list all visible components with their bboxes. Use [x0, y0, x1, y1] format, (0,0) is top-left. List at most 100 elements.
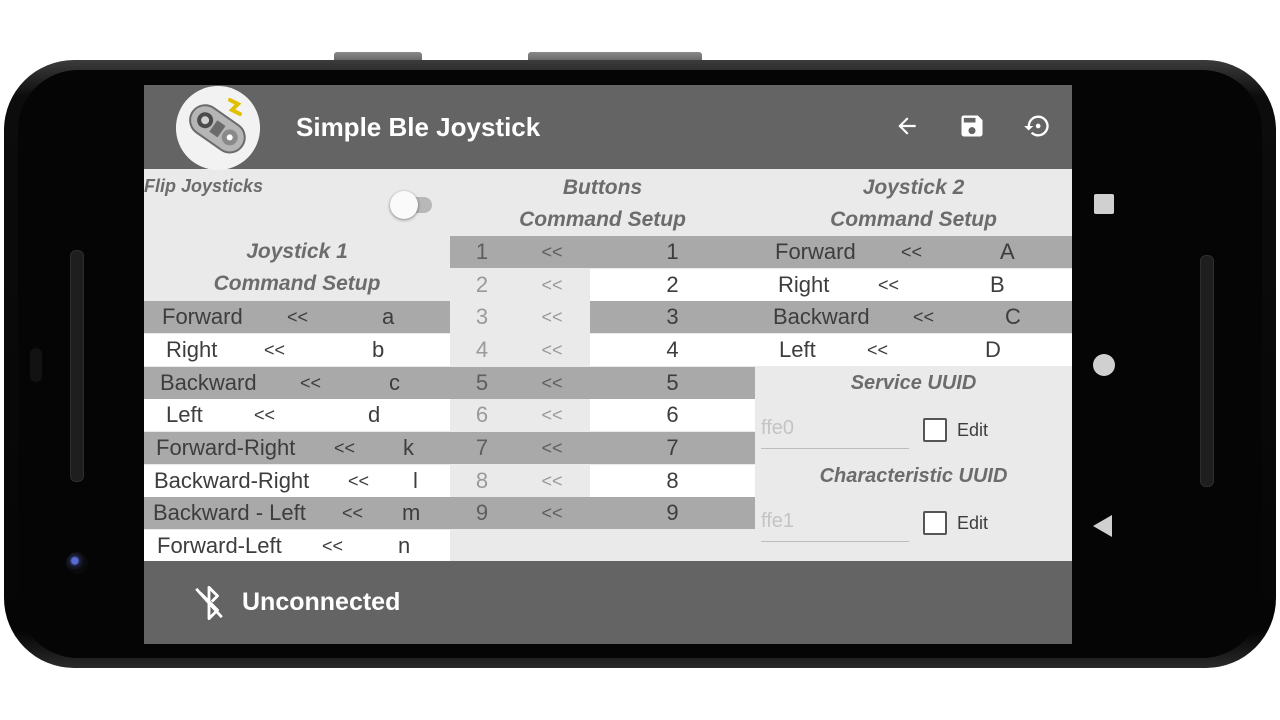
button-arrow: <<: [541, 340, 563, 360]
characteristic-uuid-label: Characteristic UUID: [819, 465, 1008, 487]
joystick1-command-value[interactable]: k: [403, 432, 414, 464]
joystick1-row[interactable]: Backward - Left << m: [144, 497, 450, 529]
button-command-value[interactable]: 8: [590, 465, 755, 497]
button-command-value[interactable]: 5: [590, 367, 755, 399]
joystick1-direction-label: Forward-Right: [156, 435, 296, 460]
joystick1-command-value[interactable]: b: [372, 334, 384, 366]
joystick1-row[interactable]: Forward-Left << n: [144, 530, 450, 562]
button-value-cell[interactable]: 3: [590, 301, 755, 333]
joystick2-row[interactable]: Right << B: [755, 269, 1072, 301]
button-row[interactable]: 6 << 6: [450, 399, 755, 431]
service-uuid-label: Service UUID: [850, 372, 977, 394]
button-value-cell[interactable]: 9: [590, 497, 755, 529]
joystick2-direction-label: Right: [778, 272, 830, 297]
app-screen: Simple Ble Joystick Flip Joysticks Joyst…: [144, 85, 1072, 644]
service-uuid-edit-checkbox[interactable]: [923, 418, 947, 442]
button-row[interactable]: 4 << 4: [450, 334, 755, 366]
service-uuid-edit-label[interactable]: Edit: [957, 420, 988, 441]
front-camera: [66, 552, 88, 574]
joystick1-subtitle: Command Setup: [213, 272, 381, 295]
joystick1-command-value[interactable]: a: [382, 301, 394, 333]
joystick1-direction-label: Right: [166, 337, 218, 362]
button-value-cell[interactable]: 4: [590, 334, 755, 366]
button-value-cell[interactable]: 5: [590, 367, 755, 399]
joystick2-subtitle: Command Setup: [830, 208, 997, 231]
joystick1-arrow: <<: [300, 373, 322, 393]
save-icon[interactable]: [955, 109, 989, 143]
joystick1-arrow: <<: [264, 340, 286, 360]
joystick1-arrow: <<: [287, 307, 309, 327]
joystick2-command-value[interactable]: A: [1000, 236, 1015, 268]
joystick1-arrow: <<: [348, 471, 370, 491]
arrow-back-icon[interactable]: [890, 109, 924, 143]
button-command-value[interactable]: 4: [590, 334, 755, 366]
joystick2-row[interactable]: Left << D: [755, 334, 1072, 366]
restore-icon[interactable]: [1020, 109, 1054, 143]
joystick2-row[interactable]: Backward << C: [755, 301, 1072, 333]
gamepad-logo-icon: [176, 86, 260, 170]
button-command-value[interactable]: 7: [590, 432, 755, 464]
button-row[interactable]: 5 << 5: [450, 367, 755, 399]
characteristic-uuid-input[interactable]: ffe1: [761, 503, 909, 542]
buttons-title: Buttons: [562, 176, 643, 199]
button-value-cell[interactable]: 1: [590, 236, 755, 268]
joystick1-command-value[interactable]: l: [413, 465, 418, 497]
button-number: 8: [475, 468, 489, 493]
joystick2-direction-label: Backward: [773, 304, 870, 329]
button-row[interactable]: 3 << 3: [450, 301, 755, 333]
joystick2-command-value[interactable]: B: [990, 269, 1005, 301]
phone-speaker-right: [1200, 255, 1214, 487]
joystick1-row[interactable]: Backward << c: [144, 367, 450, 399]
joystick2-command-value[interactable]: D: [985, 334, 1001, 366]
joystick2-row[interactable]: Forward << A: [755, 236, 1072, 268]
button-arrow: <<: [541, 405, 563, 425]
button-command-value[interactable]: 2: [590, 269, 755, 301]
joystick2-direction-label: Forward: [775, 239, 856, 264]
joystick1-row[interactable]: Backward-Right << l: [144, 465, 450, 497]
back-triangle-icon[interactable]: [1093, 515, 1112, 537]
button-value-cell[interactable]: 2: [590, 269, 755, 301]
joystick1-command-value[interactable]: d: [368, 399, 380, 431]
button-arrow: <<: [541, 373, 563, 393]
recents-square-icon[interactable]: [1094, 194, 1114, 214]
joystick1-arrow: <<: [322, 536, 344, 556]
phone-speaker-left: [70, 250, 84, 482]
button-command-value[interactable]: 6: [590, 399, 755, 431]
joystick2-command-value[interactable]: C: [1005, 301, 1021, 333]
characteristic-uuid-edit-checkbox[interactable]: [923, 511, 947, 535]
button-row[interactable]: 9 << 9: [450, 497, 755, 529]
joystick1-command-value[interactable]: c: [389, 367, 400, 399]
joystick1-direction-label: Forward: [162, 304, 243, 329]
joystick1-arrow: <<: [254, 405, 276, 425]
button-row[interactable]: 8 << 8: [450, 465, 755, 497]
button-command-value[interactable]: 1: [590, 236, 755, 268]
button-arrow: <<: [541, 471, 563, 491]
joystick1-direction-label: Forward-Left: [157, 533, 282, 558]
button-command-value[interactable]: 9: [590, 497, 755, 529]
button-row[interactable]: 1 << 1: [450, 236, 755, 268]
button-row[interactable]: 7 << 7: [450, 432, 755, 464]
button-row[interactable]: 2 << 2: [450, 269, 755, 301]
joystick1-row[interactable]: Left << d: [144, 399, 450, 431]
flip-joysticks-label: Flip Joysticks: [144, 176, 264, 196]
service-uuid-input[interactable]: ffe0: [761, 410, 909, 449]
button-value-cell[interactable]: 6: [590, 399, 755, 431]
button-arrow: <<: [541, 275, 563, 295]
button-number: 3: [475, 304, 489, 329]
joystick1-header: Joystick 1 Command Setup: [144, 239, 450, 297]
joystick1-arrow: <<: [342, 503, 364, 523]
joystick2-arrow: <<: [913, 307, 935, 327]
home-circle-icon[interactable]: [1093, 354, 1115, 376]
characteristic-uuid-edit-label[interactable]: Edit: [957, 513, 988, 534]
joystick1-row[interactable]: Right << b: [144, 334, 450, 366]
flip-joysticks-toggle[interactable]: [390, 191, 418, 219]
joystick1-title: Joystick 1: [246, 240, 348, 263]
joystick1-direction-label: Backward: [160, 370, 257, 395]
joystick1-command-value[interactable]: m: [402, 497, 420, 529]
joystick1-row[interactable]: Forward-Right << k: [144, 432, 450, 464]
button-value-cell[interactable]: 7: [590, 432, 755, 464]
joystick1-command-value[interactable]: n: [398, 530, 410, 562]
button-command-value[interactable]: 3: [590, 301, 755, 333]
button-value-cell[interactable]: 8: [590, 465, 755, 497]
joystick1-row[interactable]: Forward << a: [144, 301, 450, 333]
